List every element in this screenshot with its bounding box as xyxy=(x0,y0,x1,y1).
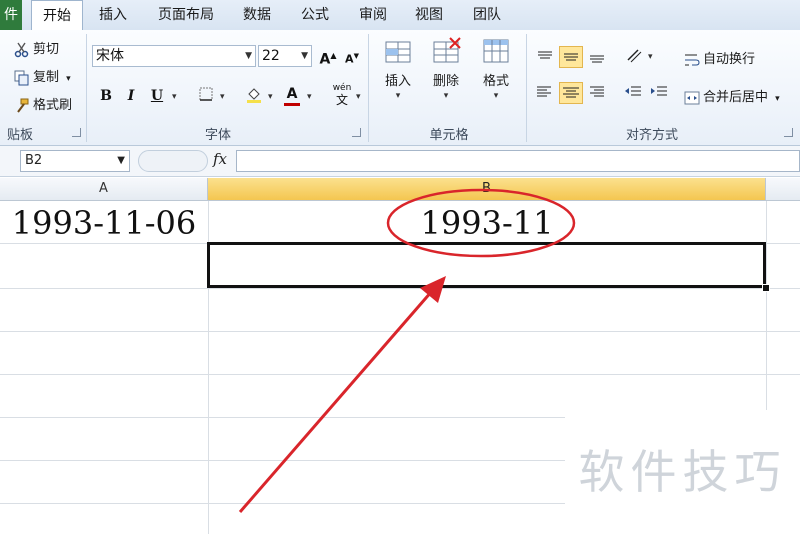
annotation-ellipse xyxy=(386,188,576,258)
watermark: 软件技巧 xyxy=(565,410,800,534)
annotation-arrow-shaft xyxy=(238,290,434,513)
